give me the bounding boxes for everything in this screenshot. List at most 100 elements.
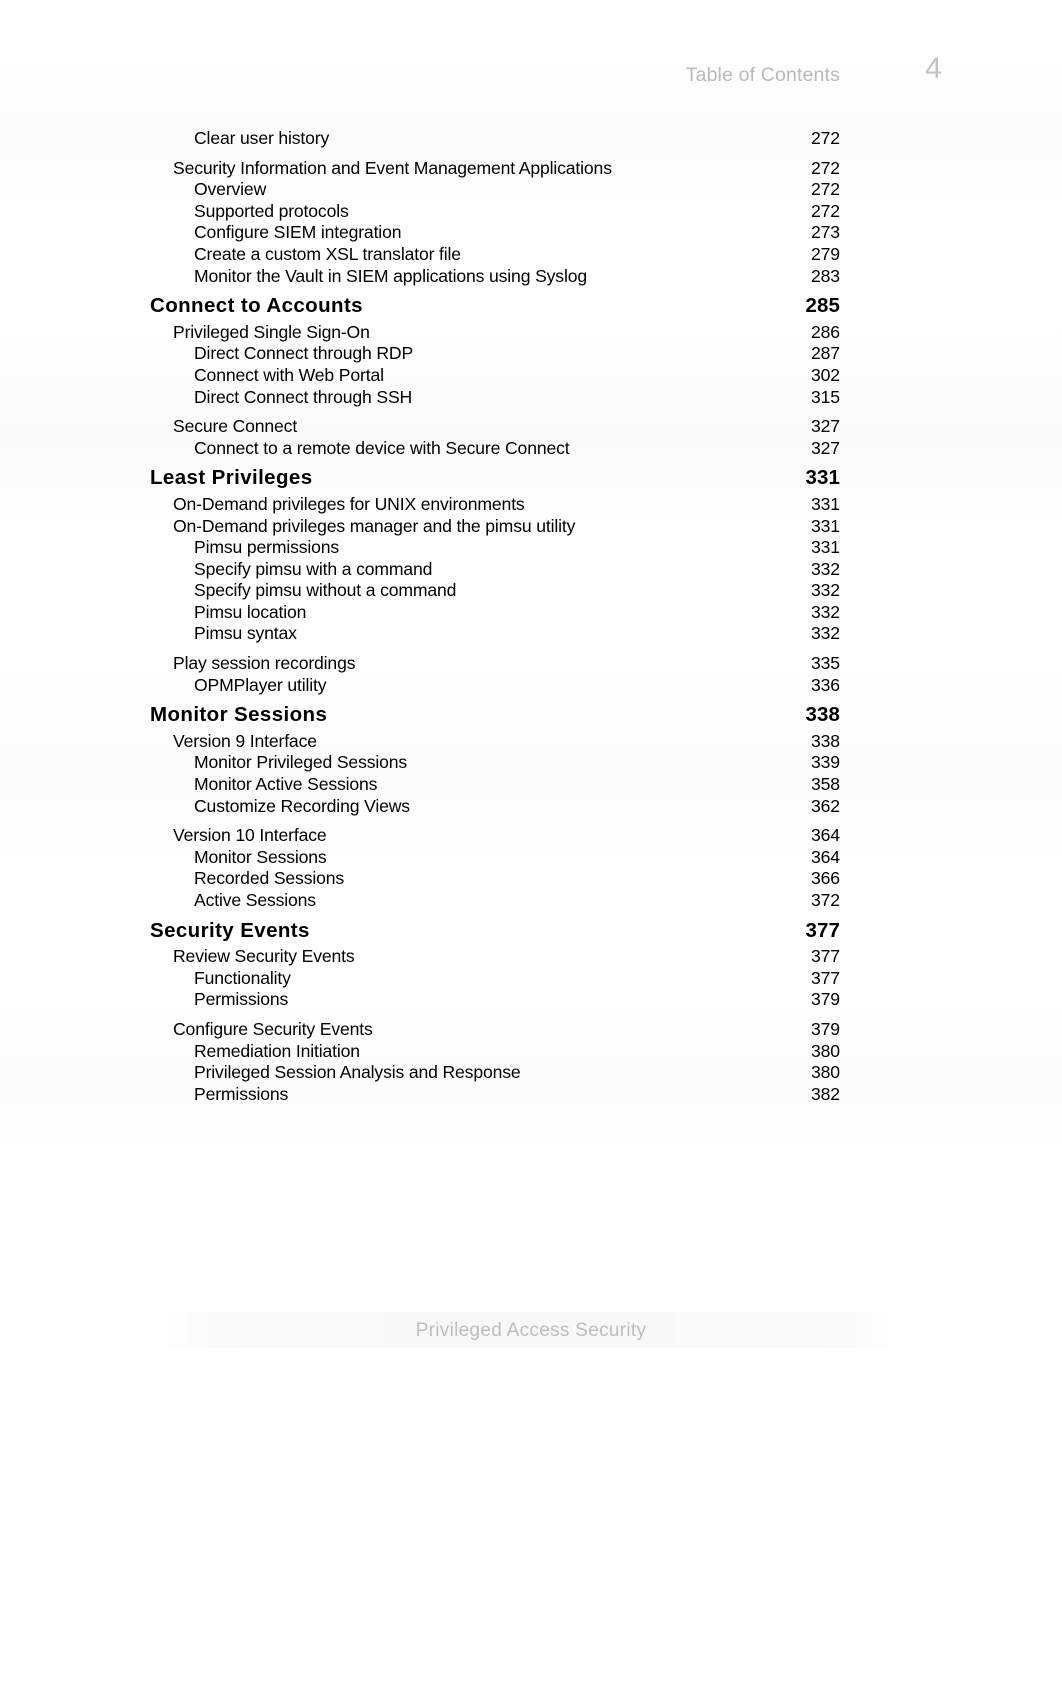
toc-entry-title: Version 9 Interface bbox=[173, 730, 317, 751]
toc-entry-page-number: 331 bbox=[810, 493, 840, 514]
toc-entry[interactable]: Specify pimsu with a command 332 bbox=[0, 559, 1062, 581]
toc-entry-page-number: 366 bbox=[810, 868, 840, 889]
toc-entry-title: Specify pimsu with a command bbox=[194, 558, 433, 579]
toc-entry[interactable]: Specify pimsu without a command 332 bbox=[0, 580, 1062, 602]
toc-entry[interactable]: Connect to Accounts 285 bbox=[0, 295, 1062, 317]
toc-entry[interactable]: Connect to a remote device with Secure C… bbox=[0, 438, 1062, 460]
toc-entry-title: Pimsu syntax bbox=[194, 623, 297, 644]
toc-entry[interactable]: Permissions 382 bbox=[0, 1084, 1062, 1106]
toc-entry-page-number: 380 bbox=[810, 1062, 840, 1083]
toc-entry[interactable]: Configure SIEM integration 273 bbox=[0, 222, 1062, 244]
toc-entry-title: Pimsu permissions bbox=[194, 537, 340, 558]
toc-entry-title: Specify pimsu without a command bbox=[194, 580, 457, 601]
toc-entry-title: Functionality bbox=[194, 967, 291, 988]
toc-entry-page-number: 377 bbox=[810, 946, 840, 967]
toc-entry-page-number: 285 bbox=[805, 294, 840, 318]
toc-entry-title: Security Information and Event Managemen… bbox=[173, 157, 612, 178]
toc-entry[interactable]: Configure Security Events 379 bbox=[0, 1019, 1062, 1041]
toc-entry-page-number: 338 bbox=[805, 703, 840, 727]
toc-entry-title: Customize Recording Views bbox=[194, 795, 410, 816]
toc-entry-title: Review Security Events bbox=[173, 946, 355, 967]
toc-entry[interactable]: On-Demand privileges manager and the pim… bbox=[0, 516, 1062, 538]
toc-entry-page-number: 335 bbox=[810, 653, 840, 674]
toc-entry[interactable]: Version 10 Interface 364 bbox=[0, 825, 1062, 847]
toc-entry-title: Active Sessions bbox=[194, 890, 316, 910]
toc-entry-page-number: 336 bbox=[810, 674, 840, 695]
toc-entry[interactable]: Monitor Active Sessions 358 bbox=[0, 774, 1062, 796]
toc-entry[interactable]: Clear user history 272 bbox=[0, 128, 1062, 150]
toc-entry[interactable]: Pimsu syntax 332 bbox=[0, 623, 1062, 645]
footer-title: Privileged Access Security bbox=[415, 1320, 647, 1341]
toc-entry-page-number: 372 bbox=[810, 890, 840, 910]
toc-entry-title: Connect to Accounts bbox=[150, 294, 363, 318]
toc-entry[interactable]: OPMPlayer utility 336 bbox=[0, 675, 1062, 697]
toc-entry-page-number: 377 bbox=[805, 918, 840, 942]
toc-entry[interactable]: Privileged Session Analysis and Response… bbox=[0, 1062, 1062, 1084]
toc-entry-page-number: 315 bbox=[810, 386, 840, 407]
toc-entry-title: Permissions bbox=[194, 989, 289, 1010]
toc-entry-page-number: 287 bbox=[810, 343, 840, 364]
toc-entry-title: Remediation Initiation bbox=[194, 1040, 360, 1061]
toc-entry-title: Version 10 Interface bbox=[173, 825, 327, 846]
toc-entry-page-number: 332 bbox=[810, 623, 840, 644]
toc-entry-page-number: 272 bbox=[810, 128, 840, 148]
toc-entry[interactable]: Supported protocols 272 bbox=[0, 201, 1062, 223]
toc-entry[interactable]: Overview 272 bbox=[0, 179, 1062, 201]
toc-entry-title: Recorded Sessions bbox=[194, 868, 345, 889]
page-number: 4 bbox=[925, 52, 942, 85]
toc-entry-title: Connect with Web Portal bbox=[194, 364, 384, 385]
toc-entry[interactable]: Customize Recording Views 362 bbox=[0, 796, 1062, 818]
toc-entry[interactable]: Recorded Sessions 366 bbox=[0, 868, 1062, 890]
toc-entry[interactable]: Secure Connect 327 bbox=[0, 416, 1062, 438]
toc-entry-page-number: 379 bbox=[810, 989, 840, 1010]
toc-entry[interactable]: Pimsu location 332 bbox=[0, 602, 1062, 624]
toc-entry[interactable]: On-Demand privileges for UNIX environmen… bbox=[0, 494, 1062, 516]
toc-entry[interactable]: Permissions 379 bbox=[0, 989, 1062, 1011]
running-header-label: Table of Contents bbox=[685, 64, 840, 86]
toc-entry-title: Direct Connect through SSH bbox=[194, 386, 413, 407]
document-page: Table of Contents 4 Clear user history 27… bbox=[0, 0, 1062, 1684]
toc-entry[interactable]: Create a custom XSL translator file 279 bbox=[0, 244, 1062, 266]
toc-entry-page-number: 331 bbox=[810, 537, 840, 558]
toc-entry-title: Direct Connect through RDP bbox=[194, 343, 414, 364]
toc-entry-title: Privileged Session Analysis and Response bbox=[194, 1062, 521, 1083]
toc-entry[interactable]: Least Privileges 331 bbox=[0, 467, 1062, 489]
toc-entry-title: Configure SIEM integration bbox=[194, 222, 402, 243]
toc-entry-page-number: 332 bbox=[810, 580, 840, 601]
toc-entry[interactable]: Security Information and Event Managemen… bbox=[0, 158, 1062, 180]
toc-entry[interactable]: Monitor Privileged Sessions 339 bbox=[0, 752, 1062, 774]
toc-entry[interactable]: Connect with Web Portal 302 bbox=[0, 365, 1062, 387]
toc-entry-title: Secure Connect bbox=[173, 416, 298, 437]
toc-entry-title: Configure Security Events bbox=[173, 1018, 373, 1039]
toc-entry[interactable]: Monitor Sessions 364 bbox=[0, 847, 1062, 869]
toc-entry-page-number: 327 bbox=[810, 437, 840, 458]
toc-entry[interactable]: Play session recordings 335 bbox=[0, 653, 1062, 675]
toc-entry-title: Monitor Sessions bbox=[150, 703, 328, 727]
toc-entry-page-number: 382 bbox=[810, 1083, 840, 1104]
toc-entry[interactable]: Remediation Initiation 380 bbox=[0, 1041, 1062, 1063]
toc-entry[interactable]: Security Events 377 bbox=[0, 918, 1062, 942]
toc-entry-page-number: 302 bbox=[810, 364, 840, 385]
toc-entry[interactable]: Monitor Sessions 338 bbox=[0, 704, 1062, 726]
toc-entry-page-number: 362 bbox=[810, 795, 840, 816]
toc-entry[interactable]: Privileged Single Sign-On 286 bbox=[0, 322, 1062, 344]
toc-entry-title: Privileged Single Sign-On bbox=[173, 321, 370, 342]
toc-entry-page-number: 380 bbox=[810, 1040, 840, 1061]
toc-entry[interactable]: Functionality 377 bbox=[0, 968, 1062, 990]
toc-entry[interactable]: Direct Connect through RDP 287 bbox=[0, 343, 1062, 365]
running-header: Table of Contents 4 bbox=[0, 52, 1062, 104]
toc-entry[interactable]: Direct Connect through SSH 315 bbox=[0, 387, 1062, 409]
toc-entry-title: Supported protocols bbox=[194, 200, 349, 221]
toc-entry[interactable]: Pimsu permissions 331 bbox=[0, 537, 1062, 559]
toc-entry-page-number: 272 bbox=[810, 157, 840, 178]
toc-entry-page-number: 338 bbox=[810, 730, 840, 751]
toc-entry-page-number: 279 bbox=[810, 243, 840, 264]
toc-entry-title: Monitor the Vault in SIEM applications u… bbox=[194, 265, 587, 286]
toc-entry[interactable]: Review Security Events 377 bbox=[0, 946, 1062, 968]
toc-entry[interactable]: Monitor the Vault in SIEM applications u… bbox=[0, 266, 1062, 288]
toc-entry-title: Create a custom XSL translator file bbox=[194, 243, 461, 264]
toc-entry-page-number: 379 bbox=[810, 1018, 840, 1039]
toc-entry[interactable]: Active Sessions 372 bbox=[0, 890, 1062, 912]
toc-entry-page-number: 283 bbox=[810, 265, 840, 286]
toc-entry[interactable]: Version 9 Interface 338 bbox=[0, 731, 1062, 753]
